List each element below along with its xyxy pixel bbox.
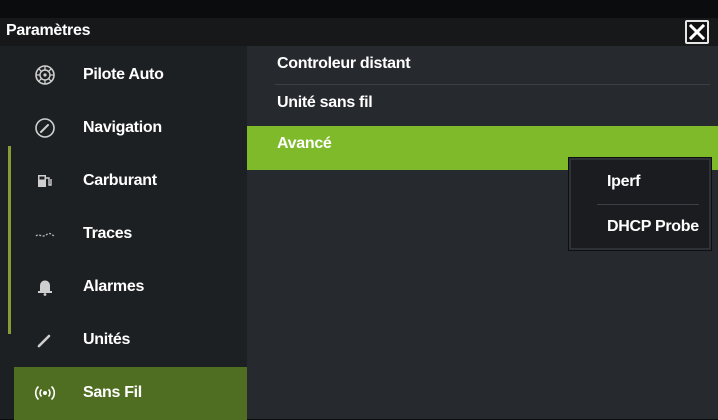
sidebar-item-label: Carburant bbox=[83, 172, 157, 189]
compass-icon bbox=[35, 118, 55, 138]
sidebar-item-unites[interactable]: Unités bbox=[14, 314, 247, 367]
menu-item-controleur-distant[interactable]: Controleur distant bbox=[247, 46, 718, 82]
context-submenu: Iperf DHCP Probe bbox=[569, 158, 711, 250]
sidebar-item-label: Navigation bbox=[83, 119, 162, 136]
close-button[interactable] bbox=[685, 20, 709, 44]
sidebar-item-carburant[interactable]: Carburant bbox=[14, 155, 247, 208]
settings-window: Paramètres Pilote Auto Navigation Carbur… bbox=[0, 18, 718, 420]
sidebar-item-label: Pilote Auto bbox=[83, 66, 164, 83]
sidebar-item-label: Traces bbox=[83, 225, 132, 242]
sidebar-item-label: Unités bbox=[83, 331, 131, 348]
close-icon bbox=[689, 24, 705, 40]
sidebar: Pilote Auto Navigation Carburant Traces bbox=[0, 46, 247, 420]
track-icon bbox=[35, 232, 55, 237]
submenu-item-label: DHCP Probe bbox=[607, 218, 699, 235]
sidebar-item-traces[interactable]: Traces bbox=[14, 208, 247, 261]
submenu-item-iperf[interactable]: Iperf bbox=[571, 160, 709, 204]
sidebar-item-label: Sans Fil bbox=[83, 384, 142, 401]
menu-item-label: Unité sans fil bbox=[277, 94, 373, 111]
sidebar-item-alarmes[interactable]: Alarmes bbox=[14, 261, 247, 314]
scroll-indicator[interactable] bbox=[8, 146, 11, 334]
bell-icon bbox=[38, 280, 52, 296]
steering-wheel-icon bbox=[35, 65, 55, 85]
sidebar-item-label: Alarmes bbox=[83, 278, 145, 295]
menu-item-label: Avancé bbox=[277, 135, 332, 152]
menu-item-unite-sans-fil[interactable]: Unité sans fil bbox=[247, 85, 718, 121]
window-title: Paramètres bbox=[6, 22, 91, 39]
sidebar-item-pilote-auto[interactable]: Pilote Auto bbox=[14, 49, 247, 102]
submenu-item-label: Iperf bbox=[607, 173, 641, 190]
menu-item-label: Controleur distant bbox=[277, 55, 411, 72]
wireless-icon bbox=[34, 385, 56, 401]
title-bar: Paramètres bbox=[0, 18, 718, 46]
pencil-icon bbox=[37, 334, 51, 348]
sidebar-item-navigation[interactable]: Navigation bbox=[14, 102, 247, 155]
sidebar-item-sans-fil[interactable]: Sans Fil bbox=[14, 367, 247, 420]
submenu-item-dhcp-probe[interactable]: DHCP Probe bbox=[571, 205, 709, 249]
fuel-pump-icon bbox=[38, 175, 52, 187]
